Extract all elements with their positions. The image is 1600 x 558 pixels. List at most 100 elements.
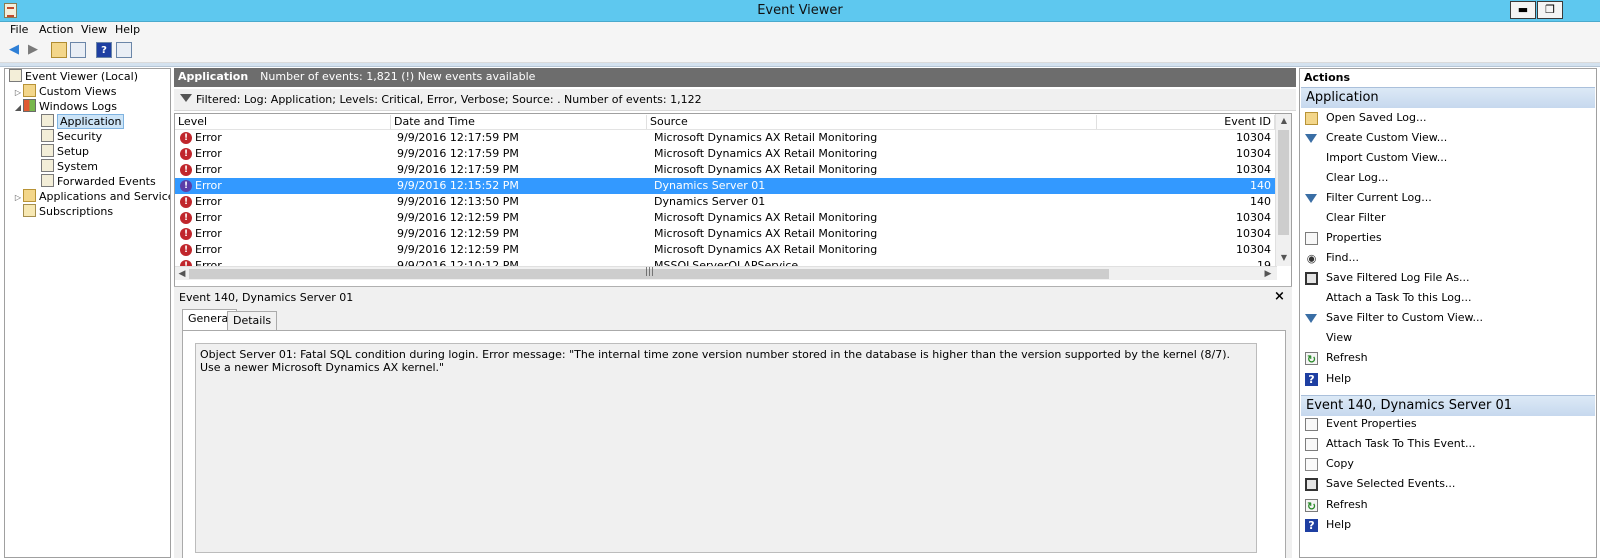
menu-view[interactable]: View: [81, 23, 107, 36]
help-icon: ?: [1305, 373, 1318, 386]
save-icon: [1305, 272, 1318, 285]
close-icon[interactable]: ×: [1274, 289, 1285, 304]
error-icon: !: [180, 148, 192, 160]
table-row[interactable]: ! Error 9/9/2016 12:12:59 PM Microsoft D…: [175, 210, 1275, 226]
horizontal-scrollbar[interactable]: ◀ ||| ▶: [175, 266, 1277, 280]
title-bar: Event Viewer ▬ ❐: [0, 0, 1600, 22]
actions-pane: Actions Application Open Saved Log... Cr…: [1299, 68, 1597, 558]
properties-action[interactable]: Properties: [1302, 229, 1594, 247]
tree-item-windows-logs[interactable]: ◢ Windows Logs: [13, 99, 117, 114]
table-row[interactable]: ! Error 9/9/2016 12:17:59 PM Microsoft D…: [175, 130, 1275, 146]
tree-item-application[interactable]: Application: [41, 114, 125, 129]
import-custom-view-action[interactable]: Import Custom View...: [1302, 149, 1594, 167]
error-icon: !: [180, 212, 192, 224]
column-header-source[interactable]: Source: [647, 115, 1097, 129]
column-header-event-id[interactable]: Event ID: [1097, 115, 1275, 129]
menu-action[interactable]: Action: [39, 23, 73, 36]
toolbar: ◀ ▶ ?: [0, 39, 1600, 63]
funnel-icon: [1305, 194, 1317, 203]
general-tab-content: Object Server 01: Fatal SQL condition du…: [182, 330, 1286, 558]
table-row[interactable]: ! Error 9/9/2016 12:13:50 PM Dynamics Se…: [175, 194, 1275, 210]
event-detail-pane: Event 140, Dynamics Server 01 × General …: [174, 286, 1292, 558]
funnel-icon: [1305, 134, 1317, 143]
tree-item-event-viewer-local[interactable]: Event Viewer (Local): [9, 69, 138, 84]
save-filtered-log-action[interactable]: Save Filtered Log File As...: [1302, 269, 1594, 287]
log-icon: [41, 129, 54, 142]
column-header-date-time[interactable]: Date and Time: [391, 115, 647, 129]
event-message-box[interactable]: Object Server 01: Fatal SQL condition du…: [195, 343, 1257, 553]
actions-section-application[interactable]: Application: [1301, 87, 1595, 108]
vertical-scroll-thumb[interactable]: [1278, 130, 1289, 235]
create-custom-view-action[interactable]: Create Custom View...: [1302, 129, 1594, 147]
help-icon: ?: [1305, 519, 1318, 532]
expand-arrow-icon[interactable]: ▷: [13, 190, 23, 205]
event-viewer-icon: [9, 69, 22, 82]
scroll-left-arrow-icon[interactable]: ◀: [175, 267, 189, 281]
filter-current-log-action[interactable]: Filter Current Log...: [1302, 189, 1594, 207]
refresh-icon: ↻: [1305, 499, 1318, 513]
scroll-down-arrow-icon[interactable]: ▼: [1276, 251, 1291, 265]
menu-file[interactable]: File: [10, 23, 28, 36]
event-count: Number of events: 1,821 (!) New events a…: [260, 70, 536, 83]
minimize-button[interactable]: ▬: [1510, 1, 1536, 19]
folder-icon: [23, 84, 36, 97]
attach-task-to-event-action[interactable]: Attach Task To This Event...: [1302, 435, 1594, 453]
log-icon: [41, 159, 54, 172]
table-row[interactable]: ! Error 9/9/2016 12:12:59 PM Microsoft D…: [175, 226, 1275, 242]
tree-item-forwarded-events[interactable]: Forwarded Events: [41, 174, 156, 189]
tree-item-subscriptions[interactable]: Subscriptions: [23, 204, 113, 219]
tree-item-custom-views[interactable]: ▷ Custom Views: [13, 84, 116, 99]
find-action[interactable]: ◉ Find...: [1302, 249, 1594, 267]
event-detail-title: Event 140, Dynamics Server 01: [179, 291, 354, 304]
vertical-scrollbar[interactable]: ▲ ▼: [1275, 114, 1291, 266]
view-action[interactable]: View: [1302, 329, 1594, 347]
tree-item-applications-and-services[interactable]: ▷Applications and Services Lo: [13, 189, 170, 205]
error-icon: !: [180, 180, 192, 192]
actions-section-event[interactable]: Event 140, Dynamics Server 01: [1301, 395, 1595, 416]
scroll-right-arrow-icon[interactable]: ▶: [1261, 267, 1275, 281]
help-event-action[interactable]: ? Help: [1302, 516, 1594, 534]
scroll-grip-icon: |||: [645, 267, 655, 277]
filter-bar: Filtered: Log: Application; Levels: Crit…: [174, 89, 1296, 111]
tree-item-system[interactable]: System: [41, 159, 98, 174]
up-folder-icon[interactable]: [51, 42, 67, 58]
clear-log-action[interactable]: Clear Log...: [1302, 169, 1594, 187]
properties-icon: [1305, 232, 1318, 245]
tree-item-setup[interactable]: Setup: [41, 144, 89, 159]
binoculars-icon: ◉: [1306, 252, 1317, 265]
tree-item-security[interactable]: Security: [41, 129, 102, 144]
attach-task-to-log-action[interactable]: Attach a Task To this Log...: [1302, 289, 1594, 307]
table-row[interactable]: ! Error 9/9/2016 12:10:12 PM MSSQLServer…: [175, 258, 1275, 266]
folder-icon: [23, 189, 36, 202]
back-arrow-icon[interactable]: ◀: [6, 42, 22, 58]
table-row-selected[interactable]: ! Error 9/9/2016 12:15:52 PM Dynamics Se…: [175, 178, 1275, 194]
refresh-action[interactable]: ↻ Refresh: [1302, 349, 1594, 367]
windows-logs-icon: [23, 99, 36, 112]
show-hide-tree-icon[interactable]: [70, 42, 86, 58]
help-icon[interactable]: ?: [96, 42, 112, 58]
clear-filter-action[interactable]: Clear Filter: [1302, 209, 1594, 227]
save-selected-events-action[interactable]: Save Selected Events...: [1302, 475, 1594, 493]
menu-help[interactable]: Help: [115, 23, 140, 36]
event-properties-action[interactable]: Event Properties: [1302, 415, 1594, 433]
copy-action[interactable]: Copy: [1302, 455, 1594, 473]
restore-button[interactable]: ❐: [1537, 1, 1563, 19]
table-row[interactable]: ! Error 9/9/2016 12:17:59 PM Microsoft D…: [175, 146, 1275, 162]
table-row[interactable]: ! Error 9/9/2016 12:17:59 PM Microsoft D…: [175, 162, 1275, 178]
table-row[interactable]: ! Error 9/9/2016 12:12:59 PM Microsoft D…: [175, 242, 1275, 258]
tab-details[interactable]: Details: [227, 311, 278, 330]
scroll-up-arrow-icon[interactable]: ▲: [1276, 114, 1291, 128]
collapse-arrow-icon[interactable]: ◢: [13, 100, 23, 115]
column-header-level[interactable]: Level: [175, 115, 391, 129]
subscriptions-icon: [23, 204, 36, 217]
menu-bar: File Action View Help: [0, 22, 1600, 39]
refresh-event-action[interactable]: ↻ Refresh: [1302, 496, 1594, 514]
help-action[interactable]: ? Help: [1302, 370, 1594, 388]
save-filter-to-custom-view-action[interactable]: Save Filter to Custom View...: [1302, 309, 1594, 327]
show-action-pane-icon[interactable]: [116, 42, 132, 58]
forward-arrow-icon[interactable]: ▶: [25, 42, 41, 58]
open-saved-log-action[interactable]: Open Saved Log...: [1302, 109, 1594, 127]
console-tree: Event Viewer (Local) ▷ Custom Views ◢ Wind…: [4, 68, 171, 558]
center-pane: Application Number of events: 1,821 (!) N…: [174, 68, 1296, 558]
expand-arrow-icon[interactable]: ▷: [13, 85, 23, 100]
